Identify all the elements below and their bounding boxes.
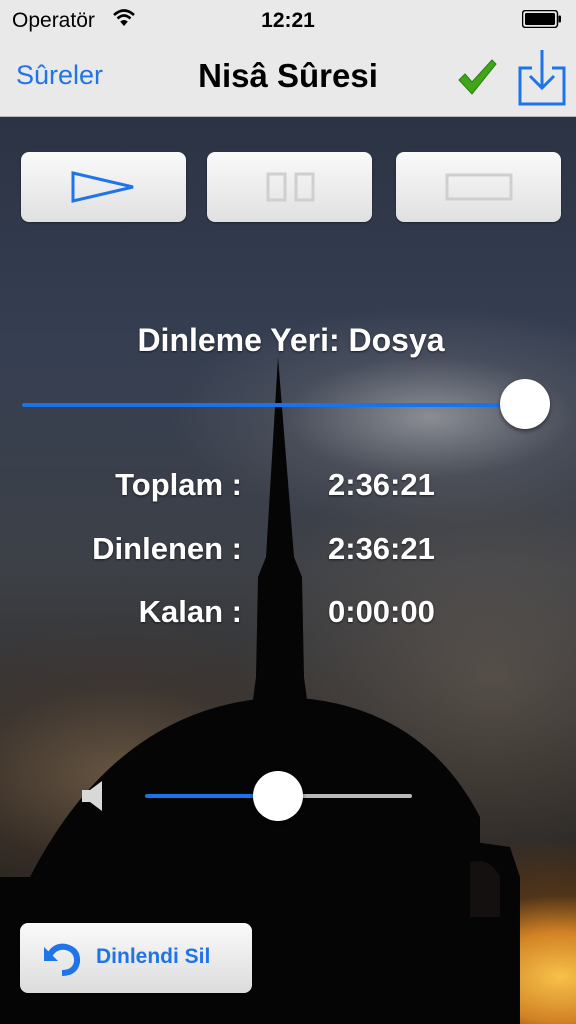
stop-button[interactable] — [396, 152, 561, 222]
stop-icon — [445, 173, 512, 201]
clock-time: 12:21 — [261, 9, 315, 32]
play-button[interactable] — [21, 152, 186, 222]
progress-slider-thumb[interactable] — [500, 379, 550, 429]
navigation-bar: Sûreler Nisâ Sûresi — [0, 40, 576, 117]
player-panel: Dinleme Yeri: Dosya Toplam : 2:36:21 Din… — [0, 117, 576, 1024]
checkmark-icon[interactable] — [456, 58, 498, 98]
volume-slider-thumb[interactable] — [253, 771, 303, 821]
undo-icon — [44, 943, 81, 976]
delete-listened-button[interactable]: Dinlendi Sil — [20, 923, 252, 993]
mosque-silhouette-background — [0, 357, 520, 1024]
progress-track[interactable] — [22, 403, 524, 407]
speaker-icon — [82, 781, 102, 811]
pause-icon — [266, 172, 314, 202]
battery-icon — [522, 10, 561, 28]
pause-button[interactable] — [207, 152, 372, 222]
status-bar: Operatör 12:21 — [0, 0, 576, 40]
total-label: Toplam : — [115, 467, 242, 502]
listened-value: 2:36:21 — [328, 531, 435, 566]
remaining-value: 0:00:00 — [328, 594, 435, 629]
source-label: Dinleme Yeri: Dosya — [137, 322, 445, 358]
play-icon — [71, 171, 133, 203]
download-icon[interactable] — [516, 48, 568, 108]
delete-listened-label: Dinlendi Sil — [96, 945, 211, 968]
total-value: 2:36:21 — [328, 467, 435, 502]
listened-label: Dinlenen : — [92, 531, 242, 566]
remaining-label: Kalan : — [138, 594, 242, 629]
